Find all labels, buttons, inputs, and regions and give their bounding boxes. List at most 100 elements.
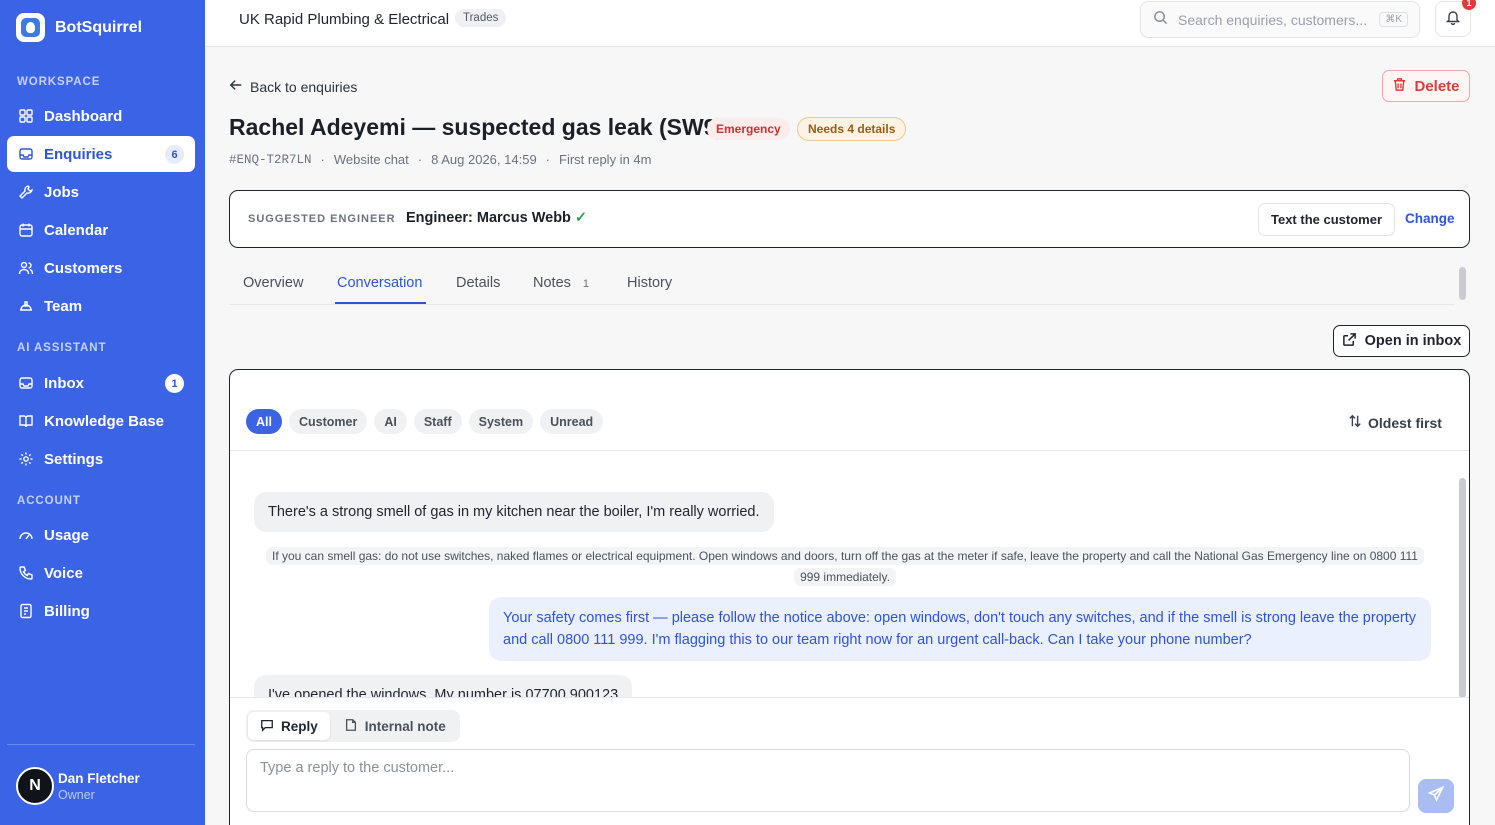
suggested-engineer-card: SUGGESTED ENGINEER Engineer: Marcus Webb… [229,190,1470,248]
delete-button[interactable]: Delete [1382,70,1470,102]
open-inbox-label: Open in inbox [1364,333,1462,349]
customer-message: I've opened the windows. My number is 07… [254,675,633,697]
sidebar-item-jobs[interactable]: Jobs [7,174,195,210]
sidebar-item-label: Voice [44,564,83,582]
messages-scrollbar[interactable] [1459,478,1466,698]
sidebar-item-label: Billing [44,602,90,620]
reply-input[interactable] [246,749,1410,812]
back-link[interactable]: Back to enquiries [229,78,357,95]
squirrel-logo-icon [16,13,45,42]
engineer-name-text: Engineer: Marcus Webb [406,210,571,226]
shortcut-hint: ⌘K [1379,12,1408,27]
section-label-ai-assistant: AI ASSISTANT [17,342,107,354]
notification-count: 1 [1462,0,1476,10]
created-date: 8 Aug 2026, 14:59 [431,152,537,167]
search-placeholder: Search enquiries, customers... [1178,11,1368,28]
needs-details-badge[interactable]: Needs 4 details [797,117,907,141]
sidebar-item-label: Usage [44,526,90,544]
top-bar: UK Rapid Plumbing & Electrical Trades Se… [205,0,1495,47]
sidebar-item-label: Dashboard [44,107,123,125]
sidebar-item-label: Jobs [44,183,80,201]
customer-message: There's a strong smell of gas in my kitc… [254,492,774,532]
brand[interactable]: BotSquirrel [16,13,142,42]
filter-unread[interactable]: Unread [540,409,604,434]
back-label: Back to enquiries [250,78,358,95]
divider [230,697,1469,698]
tab-label: Notes [533,275,571,291]
book-icon [18,413,34,429]
priority-badge: Emergency [707,118,790,140]
tab-conversation[interactable]: Conversation [337,275,422,291]
phone-icon [18,565,34,581]
bell-icon [1445,9,1461,30]
tab-history[interactable]: History [627,275,672,291]
gear-icon [18,451,34,467]
send-icon [1427,785,1445,807]
tab-overview[interactable]: Overview [243,275,303,291]
filter-ai[interactable]: AI [374,409,407,434]
note-icon [344,718,358,735]
count-badge: 1 [165,374,184,393]
sidebar-item-label: Customers [44,259,123,277]
open-in-inbox-button[interactable]: Open in inbox [1333,325,1470,357]
calendar-icon [18,222,34,238]
trash-icon [1392,77,1407,96]
filter-all[interactable]: All [246,409,282,434]
divider [7,744,195,745]
sidebar-item-billing[interactable]: Billing [7,593,195,629]
notes-count: 1 [582,278,590,290]
user-menu[interactable]: N Dan Fletcher Owner [16,767,140,805]
gauge-icon [18,527,34,543]
first-reply-time: First reply in 4m [559,152,652,167]
external-link-icon [1342,332,1357,351]
text-customer-button[interactable]: Text the customer [1258,203,1396,236]
sidebar-item-customers[interactable]: Customers [7,250,195,286]
brand-name: BotSquirrel [55,18,143,36]
conversation-panel: All Customer AI Staff System Unread Olde… [229,369,1470,825]
sort-label: Oldest first [1368,414,1442,431]
user-role: Owner [58,787,95,802]
send-button[interactable] [1418,779,1454,813]
notifications-button[interactable]: 1 [1435,0,1476,37]
change-engineer-link[interactable]: Change [1405,211,1455,226]
system-safety-notice: If you can smell gas: do not use switche… [260,546,1430,588]
sidebar-item-voice[interactable]: Voice [7,555,195,591]
system-message-text: If you can smell gas: do not use switche… [266,547,1424,586]
sidebar-item-team[interactable]: Team [7,288,195,324]
section-label-account: ACCOUNT [17,495,81,507]
page-title: Rachel Adeyemi — suspected gas leak (SW9… [229,114,725,140]
message-filters: All Customer AI Staff System Unread [246,409,604,434]
note-tab-label: Internal note [364,718,446,734]
engineer-label: SUGGESTED ENGINEER [248,213,396,225]
reply-tab[interactable]: Reply [248,712,330,740]
sidebar-item-knowledge-base[interactable]: Knowledge Base [7,403,195,439]
wrench-icon [18,184,34,200]
sidebar-item-inbox[interactable]: Inbox 1 [7,365,195,401]
mail-icon [18,375,34,391]
internal-note-tab[interactable]: Internal note [332,712,458,740]
ai-message: Your safety comes first — please follow … [489,597,1431,661]
page-scrollbar[interactable] [1459,267,1466,300]
sidebar-item-label: Inbox [44,374,84,392]
tab-notes[interactable]: Notes 1 [533,275,589,291]
filter-staff[interactable]: Staff [413,409,462,434]
search-input[interactable]: Search enquiries, customers... ⌘K [1140,1,1420,38]
separator: · [545,152,551,167]
inbox-icon [18,146,34,162]
filter-customer[interactable]: Customer [288,409,368,434]
sidebar-item-settings[interactable]: Settings [7,441,195,477]
separator: · [417,152,423,167]
tab-details[interactable]: Details [456,275,500,291]
delete-label: Delete [1414,77,1460,95]
sidebar-item-calendar[interactable]: Calendar [7,212,195,248]
filter-system[interactable]: System [468,409,534,434]
reply-tab-label: Reply [281,718,318,734]
sidebar-item-label: Settings [44,450,104,468]
sidebar-item-enquiries[interactable]: Enquiries 6 [7,136,195,172]
count-badge: 6 [165,145,184,164]
sidebar-item-usage[interactable]: Usage [7,517,195,553]
chat-icon [260,718,274,735]
sort-toggle[interactable]: Oldest first [1348,414,1442,431]
separator: · [320,152,325,167]
sidebar-item-dashboard[interactable]: Dashboard [7,98,195,134]
